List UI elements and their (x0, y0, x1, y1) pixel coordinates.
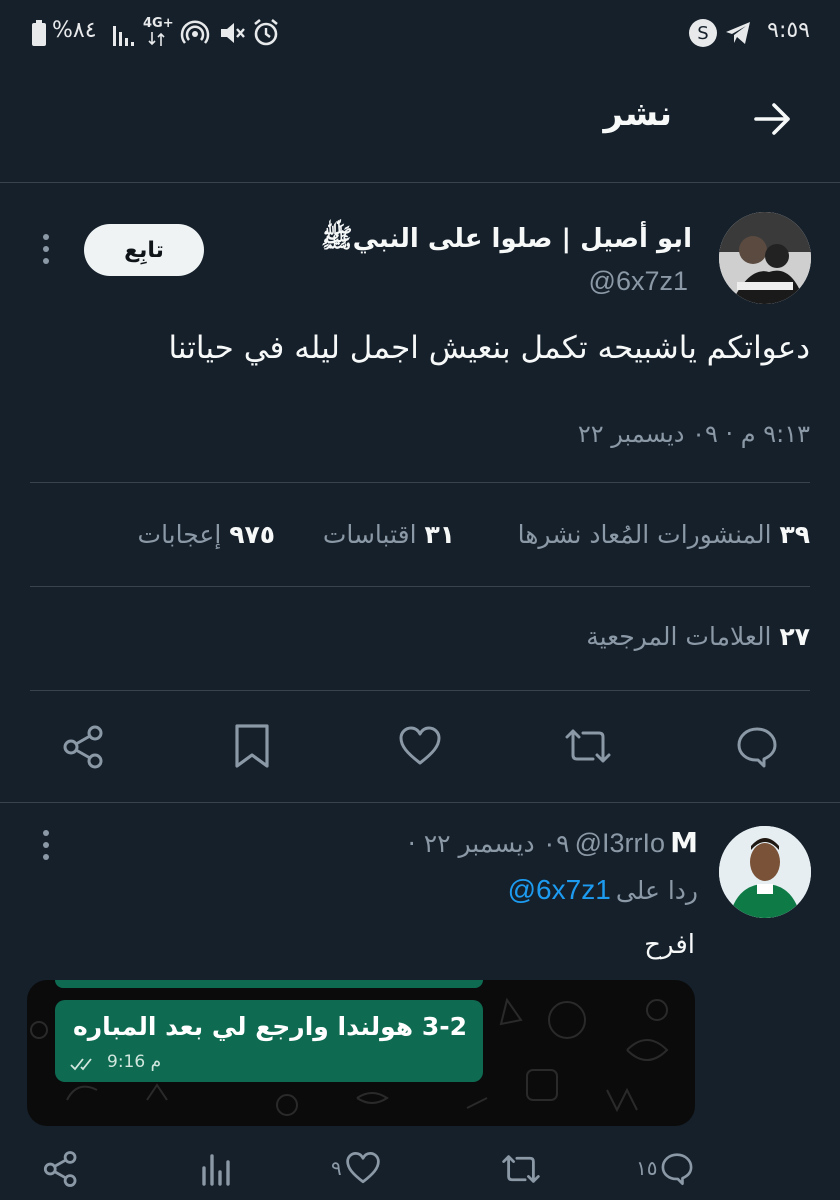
mute-icon (218, 18, 246, 48)
reply-header: · ٠٩ ديسمبر ٢٢ @I3rrIo M (340, 826, 698, 862)
avatar[interactable] (719, 212, 811, 304)
author-name[interactable]: ابو أصيل | صلوا على النبيﷺ (321, 222, 692, 260)
quotes-count: ٣١ (424, 520, 455, 549)
signal-icon (113, 22, 137, 46)
replying-to-mention[interactable]: @6x7z1 (508, 874, 611, 905)
like-icon (344, 1151, 382, 1185)
reply-reply-count: ١٥ (636, 1156, 658, 1180)
battery-text: %٨٤ (52, 18, 97, 43)
bookmarks-count: ٢٧ (779, 622, 810, 651)
telegram-icon (724, 20, 752, 46)
bookmarks-stat[interactable]: ٢٧ العلامات المرجعية (586, 622, 810, 651)
reply-media-image[interactable]: 3-2 هولندا وارجع لي بعد المباره 9:16 م (27, 980, 695, 1126)
reply-like-button[interactable]: ٩ (331, 1150, 382, 1186)
data-arrows-icon (148, 32, 166, 46)
hotspot-icon (180, 18, 210, 48)
reply-share-icon[interactable] (42, 1150, 80, 1188)
tweet-divider (0, 802, 840, 803)
back-button[interactable] (750, 96, 800, 142)
reply-avatar[interactable] (719, 826, 811, 918)
alarm-icon (252, 18, 280, 48)
likes-count: ٩٧٥ (229, 520, 275, 549)
double-check-icon (69, 1056, 99, 1072)
reply-repost-icon[interactable] (500, 1150, 542, 1188)
reply-reply-button[interactable]: ١٥ (636, 1150, 695, 1186)
battery-icon (32, 20, 46, 46)
reply-text: افرح (644, 930, 695, 960)
reply-icon (659, 1150, 695, 1186)
svg-text:S: S (697, 23, 708, 44)
status-bar: ٩:٥٩ S %٨٤ 4G+ (0, 0, 840, 66)
reply-icon[interactable] (734, 723, 780, 769)
more-options-icon[interactable] (43, 234, 51, 270)
reply-date[interactable]: · ٠٩ ديسمبر ٢٢ (408, 829, 570, 858)
stats-divider-top (30, 482, 810, 483)
tweet-text: دعواتكم ياشبيحه تكمل بنعيش اجمل ليله في … (168, 330, 810, 366)
tweet-timestamp[interactable]: ٩:١٣ م · ٠٩ ديسمبر ٢٢ (578, 420, 810, 448)
replying-to-label: ردا على (615, 876, 698, 905)
reply-more-options-icon[interactable] (43, 830, 51, 866)
chat-bubble: 3-2 هولندا وارجع لي بعد المباره 9:16 م (55, 1000, 483, 1082)
like-icon[interactable] (397, 725, 443, 767)
quotes-stat[interactable]: ٣١ اقتباسات (323, 520, 455, 549)
status-time: ٩:٥٩ (767, 18, 810, 43)
arrow-right-icon (750, 96, 800, 142)
likes-stat[interactable]: ٩٧٥ إعجابات (138, 520, 275, 549)
bookmarks-label: العلامات المرجعية (586, 622, 772, 651)
follow-button[interactable]: تابِع (84, 224, 204, 276)
stats-divider-bottom (30, 690, 810, 691)
author-handle[interactable]: @6x7z1 (589, 266, 688, 297)
reply-like-count: ٩ (331, 1156, 342, 1180)
reposts-stat[interactable]: ٣٩ المنشورات المُعاد نشرها (518, 520, 810, 549)
repost-icon[interactable] (563, 723, 613, 769)
s-app-icon: S (688, 18, 718, 48)
bookmark-icon[interactable] (233, 722, 271, 770)
reposts-count: ٣٩ (779, 520, 810, 549)
replying-to: ردا على @6x7z1 (30, 874, 698, 906)
likes-label: إعجابات (137, 520, 222, 549)
header-divider (0, 182, 840, 183)
analytics-icon[interactable] (199, 1152, 233, 1186)
chat-bubble-text: 3-2 هولندا وارجع لي بعد المباره (73, 1012, 467, 1041)
chat-bubble-time: 9:16 م (107, 1052, 162, 1072)
reposts-label: المنشورات المُعاد نشرها (517, 520, 772, 549)
network-type: 4G+ (143, 16, 174, 31)
page-title: نشر (603, 94, 672, 134)
share-icon[interactable] (61, 724, 107, 770)
reply-handle[interactable]: @I3rrIo (575, 828, 665, 858)
chat-top-bubble-edge (55, 980, 483, 988)
follow-button-label: تابِع (124, 237, 164, 263)
reply-author-name[interactable]: M (670, 826, 698, 859)
quotes-label: اقتباسات (322, 520, 417, 549)
stats-divider-mid (30, 586, 810, 587)
